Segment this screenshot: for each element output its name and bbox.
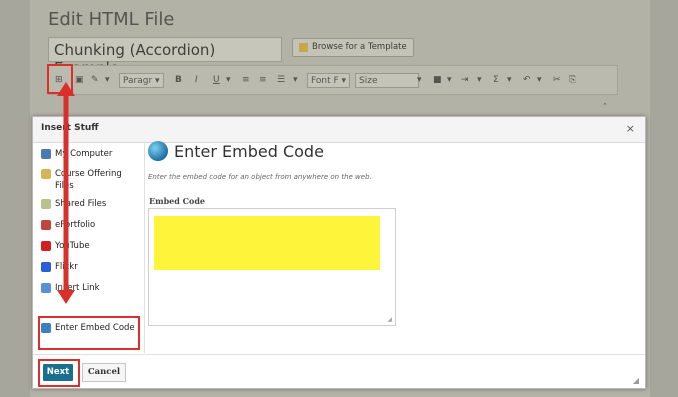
arrow-head-top	[57, 82, 75, 96]
arrow-head-bottom	[57, 290, 75, 304]
annotation-arrow	[57, 82, 75, 304]
